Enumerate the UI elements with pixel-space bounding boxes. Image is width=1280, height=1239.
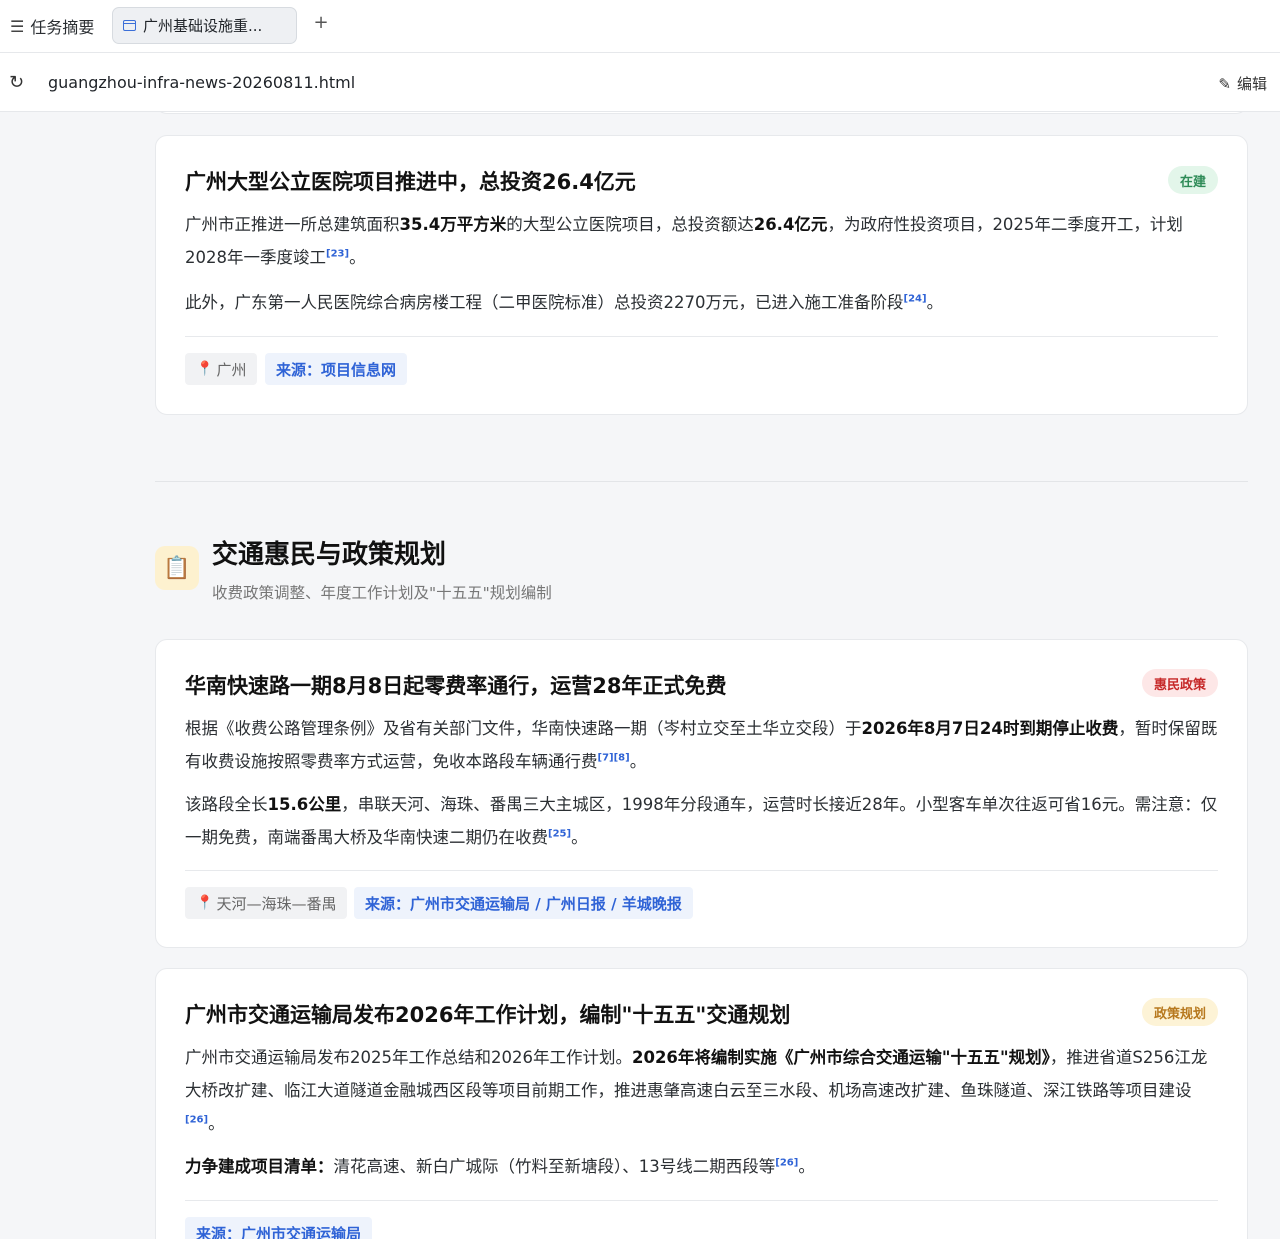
citation-link[interactable]: [24] [904,294,927,305]
section-divider [155,481,1248,482]
news-card-hospital: 广州大型公立医院项目推进中，总投资26.4亿元 在建 广州市正推进一所总建筑面积… [155,135,1248,415]
citation-link[interactable]: [7][8] [598,753,630,764]
card-paragraph: 该路段全长15.6公里，串联天河、海珠、番禺三大主城区，1998年分段通车，运营… [185,795,1218,847]
tab-bar: ☰ 任务摘要 广州基础设施重... + [0,0,1280,53]
task-summary-button[interactable]: ☰ 任务摘要 [10,14,94,38]
location-tag: 📍 天河—海珠—番禺 [185,887,348,919]
section-title: 交通惠民与政策规划 [212,540,447,570]
citation-link[interactable]: [25] [548,829,571,840]
card-paragraph: 此外，广东第一人民医院综合病房楼工程（二甲医院标准）总投资2270万元，已进入施… [185,293,944,312]
edit-label: 编辑 [1236,75,1267,93]
citation-link[interactable]: [26] [775,1158,798,1169]
list-icon: ☰ [10,16,25,36]
citation-link[interactable]: [26] [185,1115,208,1126]
divider [185,1200,1218,1201]
news-card-expressway: 华南快速路一期8月8日起零费率通行，运营28年正式免费 惠民政策 根据《收费公路… [155,639,1248,948]
card-paragraph: 力争建成项目清单：清花高速、新白广城际（竹料至新塘段）、13号线二期西段等[26… [185,1157,815,1176]
divider [185,336,1218,337]
card-paragraph: 根据《收费公路管理条例》及省有关部门文件，华南快速路一期（岑村立交至土华立交段）… [185,719,1218,771]
page-content[interactable]: 广州大型公立医院项目推进中，总投资26.4亿元 在建 广州市正推进一所总建筑面积… [0,112,1280,1239]
url-text[interactable]: guangzhou-infra-news-20260811.html [48,73,355,92]
edit-button[interactable]: ✎ 编辑 [1218,73,1267,94]
tab-label: 广州基础设施重... [143,17,263,35]
address-bar: ↻ guangzhou-infra-news-20260811.html ✎ 编… [0,53,1280,112]
source-tag[interactable]: 来源：项目信息网 [265,353,408,385]
card-paragraph: 广州市交通运输局发布2025年工作总结和2026年工作计划。2026年将编制实施… [185,1048,1208,1133]
card-title: 广州大型公立医院项目推进中，总投资26.4亿元 [185,170,636,194]
window-icon [123,20,136,31]
pin-icon: 📍 [196,895,214,911]
new-tab-button[interactable]: + [311,12,331,33]
citation-link[interactable]: [23] [326,249,349,260]
source-tag[interactable]: 来源：广州市交通运输局 / 广州日报 / 羊城晚报 [354,887,693,919]
source-tag[interactable]: 来源：广州市交通运输局 [185,1217,373,1239]
reload-icon[interactable]: ↻ [9,72,24,93]
news-card-transport-plan: 广州市交通运输局发布2026年工作计划，编制"十五五"交通规划 政策规划 广州市… [155,968,1248,1239]
card-paragraph: 广州市正推进一所总建筑面积35.4万平方米的大型公立医院项目，总投资额达26.4… [185,215,1183,267]
status-badge: 政策规划 [1141,998,1218,1026]
pencil-icon: ✎ [1218,74,1231,93]
card-title: 华南快速路一期8月8日起零费率通行，运营28年正式免费 [185,674,727,698]
task-summary-label: 任务摘要 [30,18,95,37]
location-tag: 📍 广州 [185,353,258,385]
pin-icon: 📍 [196,361,214,377]
divider [185,870,1218,871]
tab-active[interactable]: 广州基础设施重... [112,7,297,44]
previous-card-bottom [155,112,1248,114]
status-badge: 在建 [1167,166,1218,194]
status-badge: 惠民政策 [1141,669,1218,697]
card-title: 广州市交通运输局发布2026年工作计划，编制"十五五"交通规划 [185,1003,791,1027]
section-subtitle: 收费政策调整、年度工作计划及"十五五"规划编制 [212,584,552,602]
clipboard-icon: 📋 [155,546,199,590]
